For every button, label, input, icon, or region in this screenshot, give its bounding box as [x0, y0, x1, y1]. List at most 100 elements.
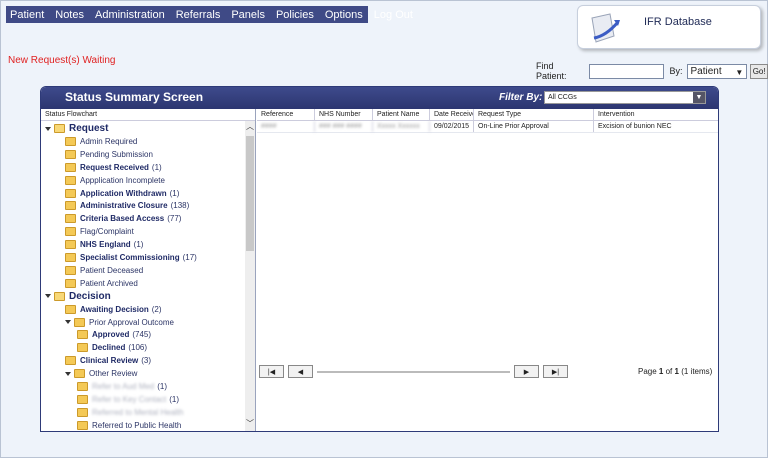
tree-node-count: (1) — [169, 188, 180, 198]
next-page-button[interactable]: ▶ — [514, 365, 539, 378]
folder-icon — [65, 253, 76, 262]
tree-node[interactable]: Decision — [45, 290, 111, 303]
scroll-thumb[interactable] — [246, 136, 254, 251]
tree-node[interactable]: Criteria Based Access (77) — [65, 212, 181, 225]
menu-options[interactable]: Options — [325, 9, 363, 21]
find-patient-input[interactable] — [589, 63, 665, 79]
first-page-icon: |◀ — [267, 368, 276, 376]
page-number: 1 — [658, 367, 664, 376]
tree-node[interactable]: Pending Submission — [65, 148, 153, 161]
tree-node[interactable]: Awaiting Decision (2) — [65, 303, 162, 316]
folder-icon — [65, 149, 76, 159]
tree-node-label: NHS England — [80, 240, 131, 250]
cell-reference: #### — [257, 121, 315, 132]
folder-icon — [65, 201, 76, 211]
expand-toggle-icon[interactable] — [45, 126, 51, 131]
scroll-down-icon[interactable]: ﹀ — [245, 418, 255, 429]
menu-administration[interactable]: Administration — [95, 9, 165, 21]
tree-node-count: (745) — [132, 330, 152, 340]
expand-toggle-icon[interactable] — [45, 294, 51, 299]
cell-nhs-number: ### ### #### — [315, 121, 373, 132]
tree-node-label: Other Review — [89, 369, 138, 379]
cell-request-type: On-Line Prior Approval — [474, 121, 594, 132]
tree-scrollbar[interactable]: ︿ ﹀ — [245, 121, 255, 431]
tree-node-count: (1) — [169, 394, 180, 404]
menu-notes[interactable]: Notes — [55, 9, 84, 21]
col-patient-name[interactable]: Patient Name — [373, 109, 430, 120]
go-button[interactable]: Go! — [750, 63, 768, 79]
find-by-select[interactable]: Patient ▼ — [686, 63, 748, 79]
tree-node-count: (2) — [151, 304, 162, 314]
menu-log-out[interactable]: Log Out — [374, 9, 413, 21]
scroll-up-icon[interactable]: ︿ — [245, 121, 255, 132]
expand-toggle-icon[interactable] — [65, 371, 71, 376]
folder-icon — [65, 188, 76, 198]
new-requests-alert[interactable]: New Request(s) Waiting — [8, 55, 115, 66]
tree-node-count: (1) — [157, 382, 168, 391]
tree-node[interactable]: Specialist Commissioning (17) — [65, 251, 197, 264]
tree-node[interactable]: Request — [45, 122, 108, 135]
tree-node[interactable]: NHS England (1) — [65, 238, 143, 251]
tree-node[interactable]: Flag/Complaint — [65, 225, 134, 238]
tree-node-label: Prior Approval Outcome — [89, 317, 174, 327]
tree-node-label: Flag/Complaint — [80, 227, 134, 237]
next-page-icon: ▶ — [523, 368, 530, 376]
col-reference[interactable]: Reference — [257, 109, 315, 120]
folder-icon — [65, 214, 76, 224]
expand-toggle-icon[interactable] — [65, 320, 71, 324]
folder-icon — [77, 343, 88, 353]
tree-node-label: Referred to Mental Health — [92, 407, 184, 417]
filter-by-label: Filter By: — [499, 92, 543, 103]
col-nhs-number[interactable]: NHS Number — [315, 109, 373, 120]
col-intervention[interactable]: Intervention — [594, 109, 718, 120]
filter-by-select[interactable]: All CCGs ▼ — [544, 91, 706, 104]
tree-node-count: (77) — [167, 214, 182, 224]
chevron-down-icon: ▼ — [735, 67, 744, 77]
tree-node[interactable]: Declined (106) — [77, 341, 147, 354]
menu-policies[interactable]: Policies — [276, 9, 314, 21]
last-page-button[interactable]: ▶| — [543, 365, 568, 378]
menu-referrals[interactable]: Referrals — [176, 9, 221, 21]
find-patient-bar: Find Patient: By: Patient ▼ Go! — [536, 61, 768, 81]
folder-icon — [77, 420, 88, 430]
request-grid: Reference NHS Number Patient Name Date R… — [257, 109, 718, 431]
table-row[interactable]: #### ### ### #### Xxxxx Xxxxxx 09/02/201… — [257, 121, 718, 133]
tree-node[interactable]: Other Review — [65, 367, 137, 380]
panel-title: Status Summary Screen — [65, 90, 204, 104]
tree-node-label: Patient Deceased — [80, 265, 144, 275]
tree-node-count: (1) — [133, 240, 144, 250]
folder-icon — [65, 278, 76, 288]
cell-date-received: 09/02/2015 — [430, 121, 474, 132]
tree-node[interactable]: Referred to Mental Health — [77, 406, 184, 419]
tree-node[interactable]: Refer to Aud Med (1) — [77, 380, 167, 393]
folder-icon — [65, 240, 76, 250]
tree-node[interactable]: Application Withdrawn (1) — [65, 187, 179, 200]
tree-node-count: (17) — [182, 253, 197, 262]
top-menu-bar: Patient Notes Administration Referrals P… — [6, 6, 413, 23]
menu-patient[interactable]: Patient — [10, 9, 44, 21]
col-date-received[interactable]: Date Receive — [430, 109, 474, 120]
cell-patient-name: Xxxxx Xxxxxx — [373, 121, 430, 132]
menu-panels[interactable]: Panels — [231, 9, 265, 21]
tree-node[interactable]: Refer to Key Contact (1) — [77, 393, 179, 406]
tree-node[interactable]: Patient Archived — [65, 277, 138, 290]
tree-node[interactable]: Patient Deceased — [65, 264, 143, 277]
col-request-type[interactable]: Request Type — [474, 109, 594, 120]
tree-node[interactable]: Request Received (1) — [65, 161, 162, 174]
tree-node[interactable]: Prior Approval Outcome — [65, 316, 174, 329]
tree-node-label: Refer to Key Contact — [92, 394, 167, 404]
first-page-button[interactable]: |◀ — [259, 365, 284, 378]
tree-node[interactable]: Admin Required — [65, 135, 137, 148]
folder-icon — [54, 124, 65, 133]
folder-icon — [74, 317, 85, 327]
tree-node[interactable]: Administrative Closure (138) — [65, 199, 189, 212]
tree-node-count: (1) — [151, 162, 162, 172]
cell-intervention: Excision of bunion NEC — [594, 121, 718, 132]
tree-node[interactable]: Appplication Incomplete — [65, 174, 165, 187]
prev-page-button[interactable]: ◀ — [288, 365, 313, 378]
tree-node[interactable]: Referred to Public Health — [77, 419, 181, 431]
page-slider[interactable] — [317, 371, 510, 373]
tree-node[interactable]: Clinical Review (3) — [65, 354, 151, 367]
tree-node[interactable]: Approved (745) — [77, 328, 151, 341]
tree-node-label: Administrative Closure — [80, 201, 168, 211]
